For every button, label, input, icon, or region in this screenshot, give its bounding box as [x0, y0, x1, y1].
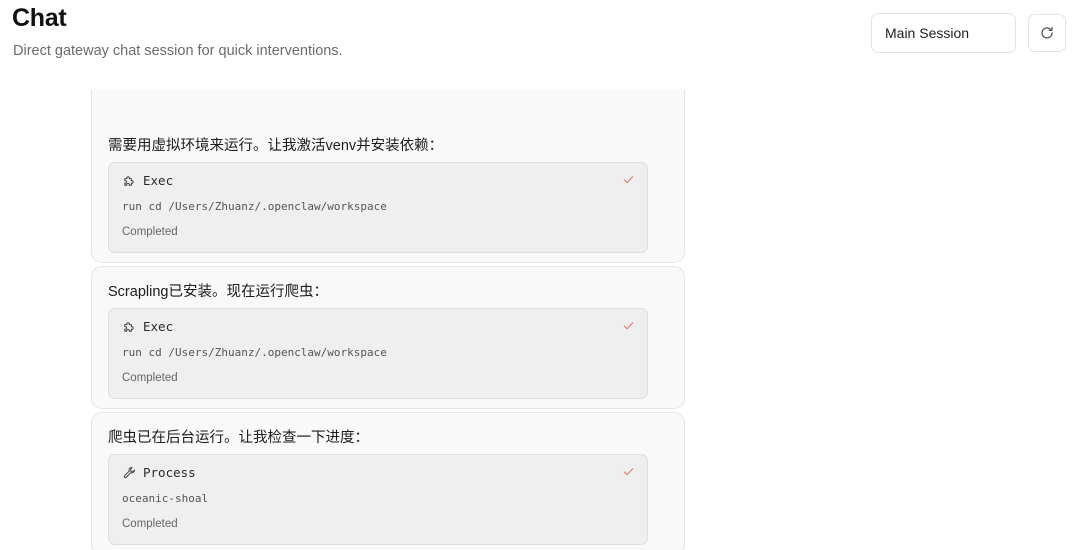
tool-name: Exec	[143, 319, 174, 334]
tool-status: Completed	[122, 226, 178, 238]
tool-status: Completed	[122, 518, 178, 530]
refresh-button[interactable]	[1028, 14, 1066, 52]
page-header: Chat Direct gateway chat session for qui…	[0, 0, 1080, 90]
check-icon	[623, 468, 634, 476]
tool-call-card[interactable]: Process oceanic-shoal Completed	[108, 454, 648, 545]
tool-command: oceanic-shoal	[122, 492, 209, 505]
tool-call-card[interactable]: Exec run cd /Users/Zhuanz/.openclaw/work…	[108, 308, 648, 399]
tool-name: Exec	[143, 173, 174, 188]
tool-status: Completed	[122, 372, 178, 384]
chat-thread[interactable]: 需要用虚拟环境来运行。让我激活venv并安装依赖： Exec run cd /U…	[0, 90, 1080, 550]
tool-name: Process	[143, 465, 196, 480]
message-text: Scrapling已安装。现在运行爬虫：	[108, 284, 328, 300]
tool-call-card[interactable]: Exec run cd /Users/Zhuanz/.openclaw/work…	[108, 162, 648, 253]
chat-page: Chat Direct gateway chat session for qui…	[0, 0, 1080, 550]
puzzle-icon	[124, 176, 134, 186]
tool-command: run cd /Users/Zhuanz/.openclaw/workspace	[122, 346, 387, 359]
assistant-message: 需要用虚拟环境来运行。让我激活venv并安装依赖： Exec run cd /U…	[91, 90, 685, 263]
refresh-icon	[1041, 26, 1053, 39]
message-text: 爬虫已在后台运行。让我检查一下进度：	[108, 430, 369, 446]
puzzle-icon	[124, 322, 134, 332]
tool-command: run cd /Users/Zhuanz/.openclaw/workspace	[122, 200, 387, 213]
page-subtitle: Direct gateway chat session for quick in…	[13, 43, 343, 59]
wrench-icon	[123, 466, 136, 479]
assistant-message: Scrapling已安装。现在运行爬虫： Exec run cd /Users/…	[91, 266, 685, 409]
session-select[interactable]: Main Session	[871, 13, 1016, 53]
assistant-message: 爬虫已在后台运行。让我检查一下进度： Process oceanic-shoal…	[91, 412, 685, 550]
message-text: 需要用虚拟环境来运行。让我激活venv并安装依赖：	[108, 138, 444, 154]
page-title: Chat	[12, 4, 67, 32]
check-icon	[623, 322, 634, 330]
check-icon	[623, 176, 634, 184]
